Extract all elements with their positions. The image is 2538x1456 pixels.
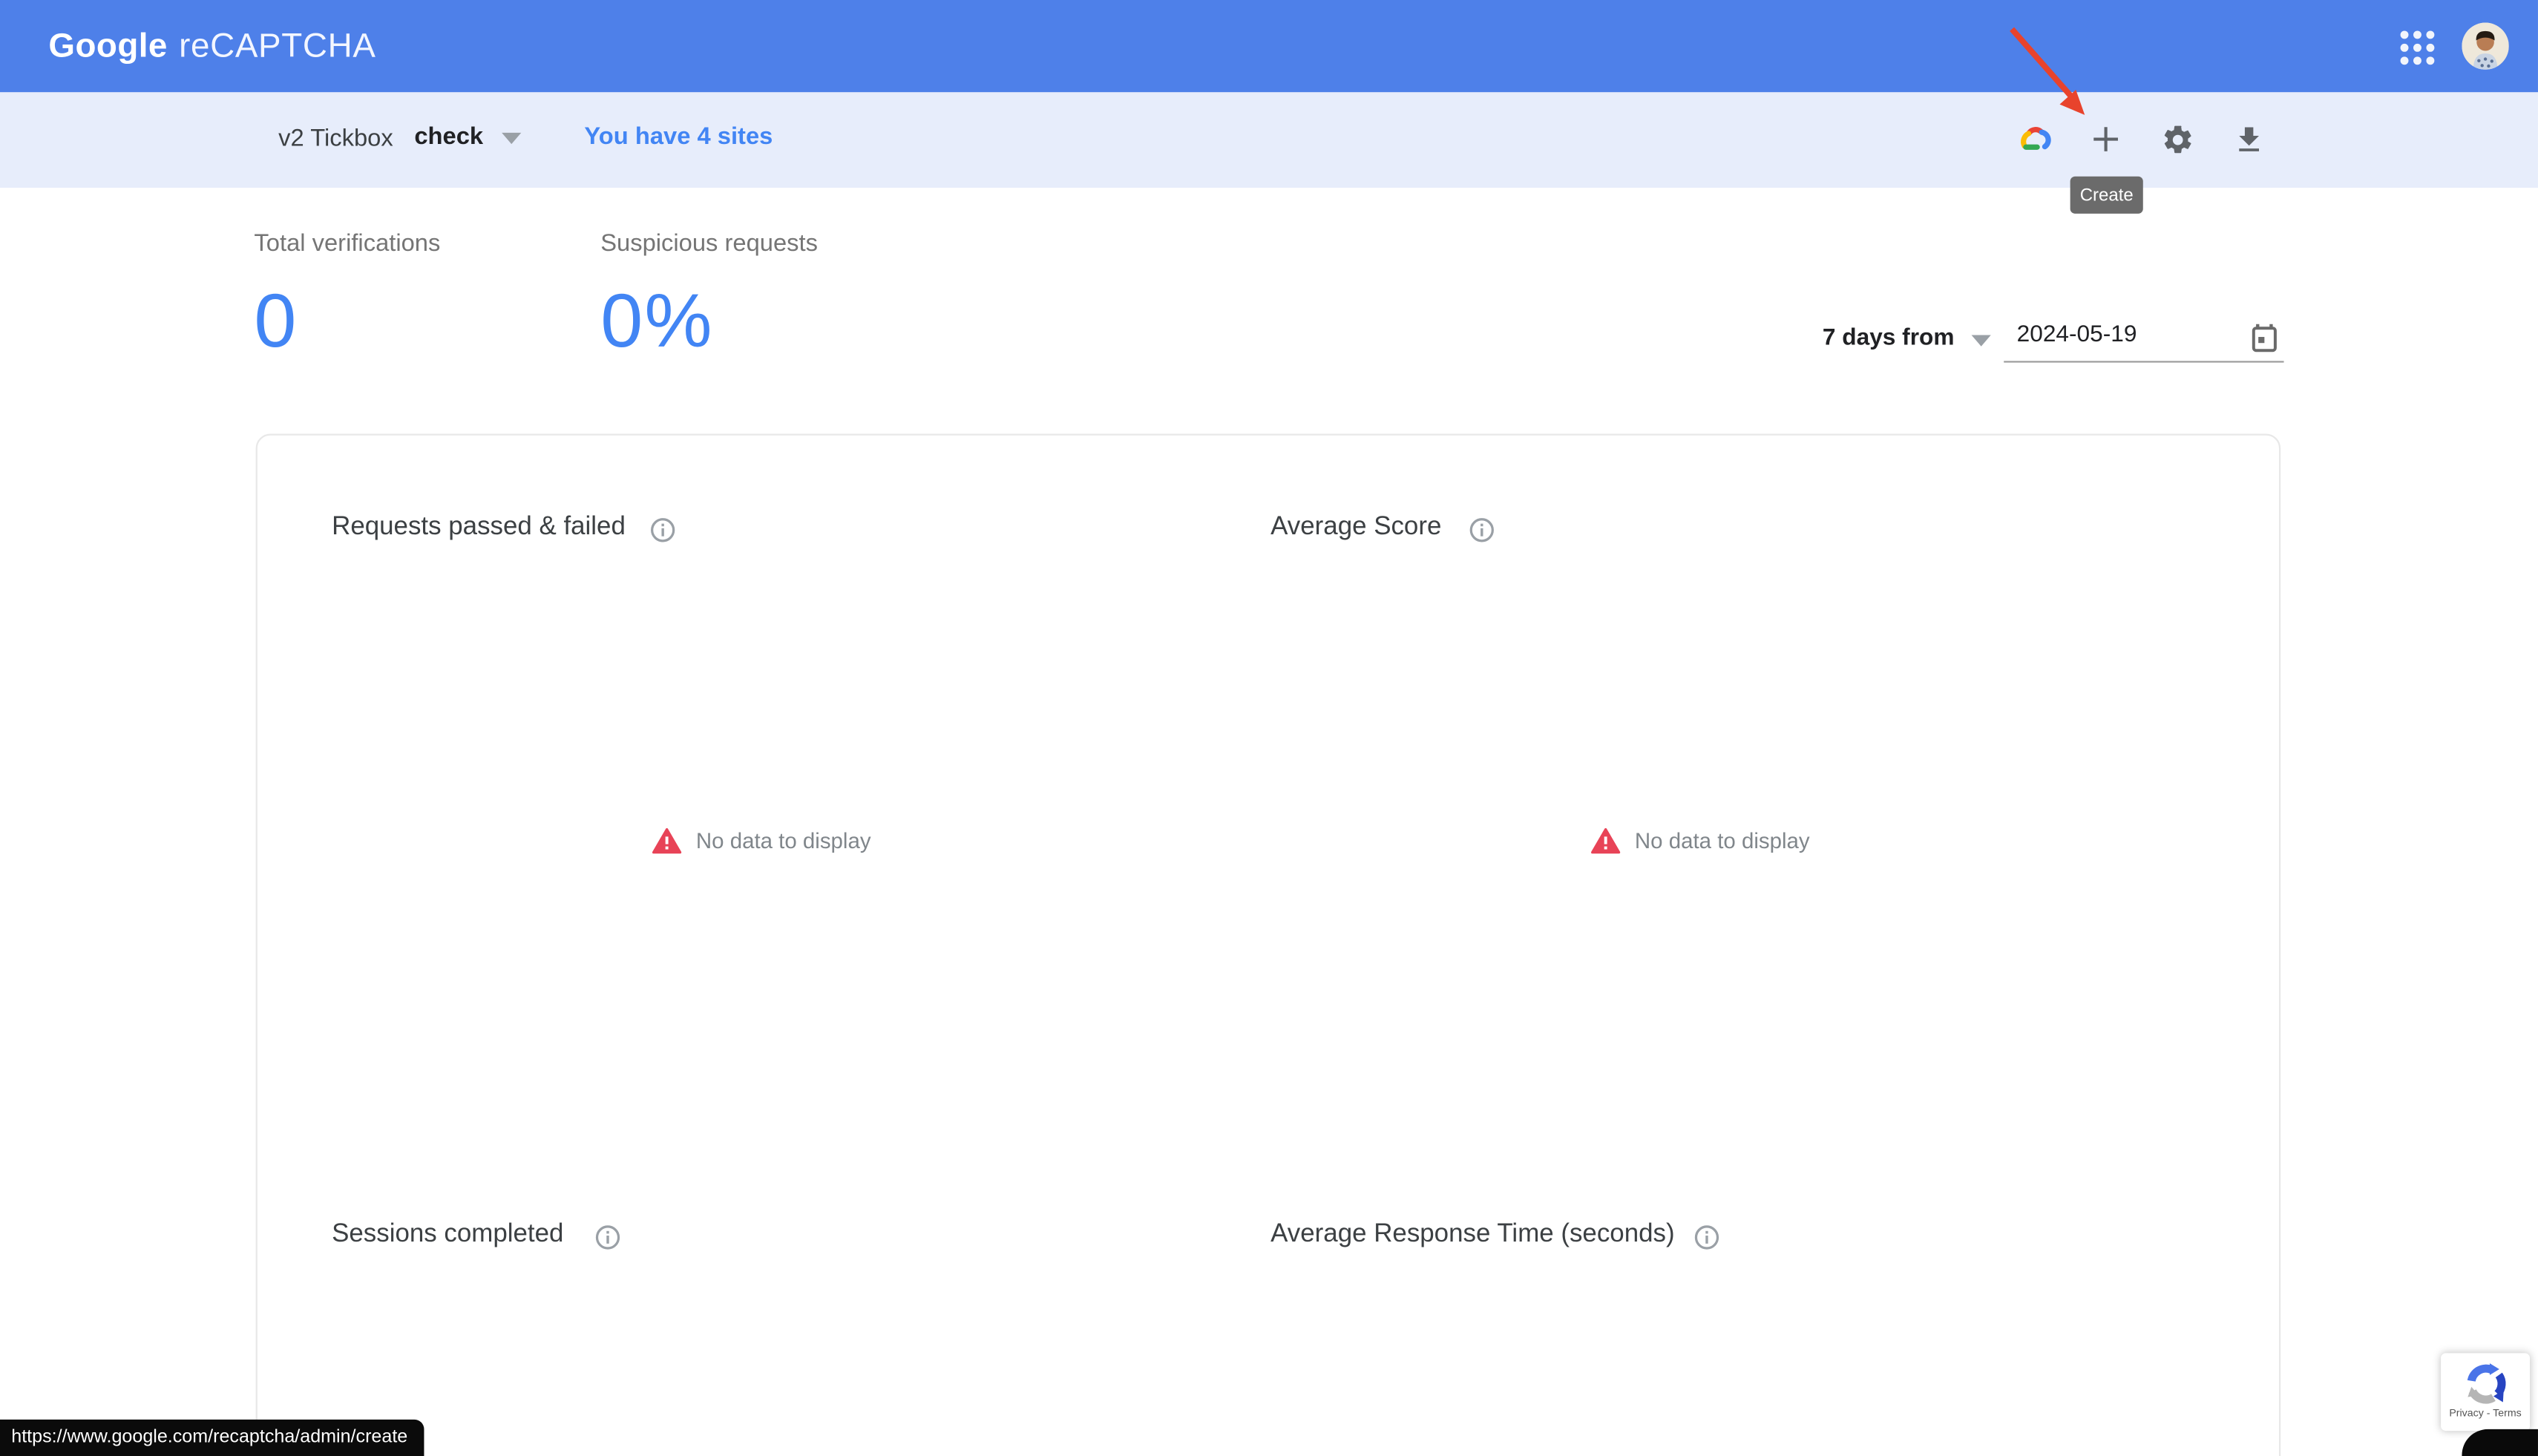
site-toolbar: v2 Tickbox check You have 4 sites [0,92,2538,188]
date-input[interactable] [2017,322,2228,348]
panel-title-sessions: Sessions completed [332,1221,563,1250]
date-field [2004,319,2283,363]
info-button[interactable] [1468,517,1495,544]
black-corner-shape [2462,1429,2538,1456]
recaptcha-logo-icon [2462,1360,2508,1406]
user-avatar[interactable] [2462,23,2508,70]
stat-label: Suspicious requests [600,230,818,258]
add-icon [2086,119,2125,158]
recaptcha-admin-page: Google reCAPTCHA v2 Tickbox check [0,0,2538,1456]
warning-icon [652,827,681,855]
recaptcha-wordmark: reCAPTCHA [179,27,376,65]
site-selector-value: check [414,123,483,151]
settings-icon [2160,122,2194,157]
link-status-tooltip: https://www.google.com/recaptcha/admin/c… [0,1420,424,1456]
avatar-photo [2462,23,2508,70]
empty-state-text: No data to display [696,829,871,853]
stat-value: 0% [600,282,818,358]
calendar-icon [2249,322,2281,355]
empty-state-average-score: No data to display [1591,827,1810,855]
empty-state-text: No data to display [1635,829,1810,853]
info-icon [1693,1224,1720,1251]
info-icon [649,517,677,544]
info-button[interactable] [594,1224,621,1251]
calendar-button[interactable] [2249,322,2281,355]
site-type-label: v2 Tickbox [278,125,393,152]
sites-count-link[interactable]: You have 4 sites [584,123,773,151]
panel-title-requests: Requests passed & failed [332,513,626,542]
create-site-button[interactable] [2076,110,2135,168]
apps-grid-icon [2399,30,2433,64]
google-cloud-icon [2015,119,2053,158]
download-icon [2232,122,2266,157]
stat-total-verifications: Total verifications 0 [254,230,440,358]
apps-launcher-button[interactable] [2393,23,2441,71]
panel-title-response-time: Average Response Time (seconds) [1270,1221,1674,1250]
google-recaptcha-logo: Google reCAPTCHA [48,0,376,92]
recaptcha-badge[interactable]: Privacy - Terms [2441,1353,2530,1431]
stat-suspicious-requests: Suspicious requests 0% [600,230,818,358]
privacy-terms-label: Privacy - Terms [2449,1409,2521,1420]
date-range-value: 7 days from [1823,325,1955,351]
chevron-down-icon [501,133,520,144]
site-selector-dropdown[interactable]: check [414,123,520,151]
stat-label: Total verifications [254,230,440,258]
google-wordmark: Google [48,27,167,65]
warning-icon [1591,827,1620,855]
create-tooltip: Create [2070,177,2143,214]
google-cloud-button[interactable] [2005,110,2064,168]
app-header: Google reCAPTCHA [0,0,2538,92]
info-button[interactable] [649,517,677,544]
empty-state-requests: No data to display [652,827,871,855]
info-icon [1468,517,1495,544]
stat-value: 0 [254,282,440,358]
date-range-dropdown[interactable]: 7 days from [1823,325,1992,351]
metrics-card: Requests passed & failed No data to disp… [256,434,2281,1456]
chevron-down-icon [1972,334,1991,345]
panel-title-average-score: Average Score [1270,513,1441,542]
download-button[interactable] [2219,110,2278,168]
info-button[interactable] [1693,1224,1720,1251]
settings-button[interactable] [2148,110,2206,168]
info-icon [594,1224,621,1251]
